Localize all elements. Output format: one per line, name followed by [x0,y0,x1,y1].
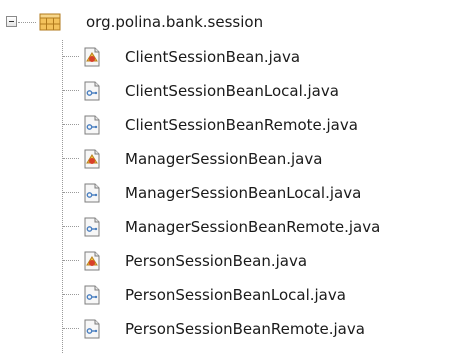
package-label: org.polina.bank.session [86,13,264,31]
tree-connector [63,328,79,329]
tree-item[interactable]: ClientSessionBeanLocal.java [0,78,457,104]
session-bean-icon [82,149,102,169]
file-label: PersonSessionBeanLocal.java [125,286,346,304]
package-node[interactable]: org.polina.bank.session [0,10,457,36]
collapse-toggle-icon[interactable] [6,16,17,27]
tree-connector [63,260,79,261]
file-label: PersonSessionBean.java [125,252,308,270]
tree-connector [63,294,79,295]
tree-item[interactable]: PersonSessionBean.java [0,248,457,274]
file-label: ClientSessionBeanRemote.java [125,116,358,134]
interface-icon [82,285,102,305]
interface-icon [82,319,102,339]
tree-connector [63,124,79,125]
tree-item[interactable]: ClientSessionBean.java [0,44,457,70]
interface-icon [82,183,102,203]
session-bean-icon [82,251,102,271]
tree-item[interactable]: ManagerSessionBean.java [0,146,457,172]
file-label: ClientSessionBeanLocal.java [125,82,339,100]
file-label: ManagerSessionBean.java [125,150,323,168]
file-label: ManagerSessionBeanLocal.java [125,184,362,202]
interface-icon [82,81,102,101]
project-tree: org.polina.bank.session ClientSessionBea… [0,0,457,363]
tree-connector [63,192,79,193]
file-label: PersonSessionBeanRemote.java [125,320,365,338]
tree-connector [63,158,79,159]
interface-icon [82,217,102,237]
tree-item[interactable]: PersonSessionBeanLocal.java [0,282,457,308]
session-bean-icon [82,47,102,67]
tree-connector [63,226,79,227]
tree-item[interactable]: ManagerSessionBeanLocal.java [0,180,457,206]
tree-item[interactable]: ClientSessionBeanRemote.java [0,112,457,138]
tree-item[interactable]: PersonSessionBeanRemote.java [0,316,457,342]
interface-icon [82,115,102,135]
tree-connector [63,90,79,91]
file-label: ManagerSessionBeanRemote.java [125,218,381,236]
tree-connector [63,56,79,57]
tree-item[interactable]: ManagerSessionBeanRemote.java [0,214,457,240]
file-label: ClientSessionBean.java [125,48,301,66]
package-icon [39,12,61,32]
tree-connector [18,22,36,24]
